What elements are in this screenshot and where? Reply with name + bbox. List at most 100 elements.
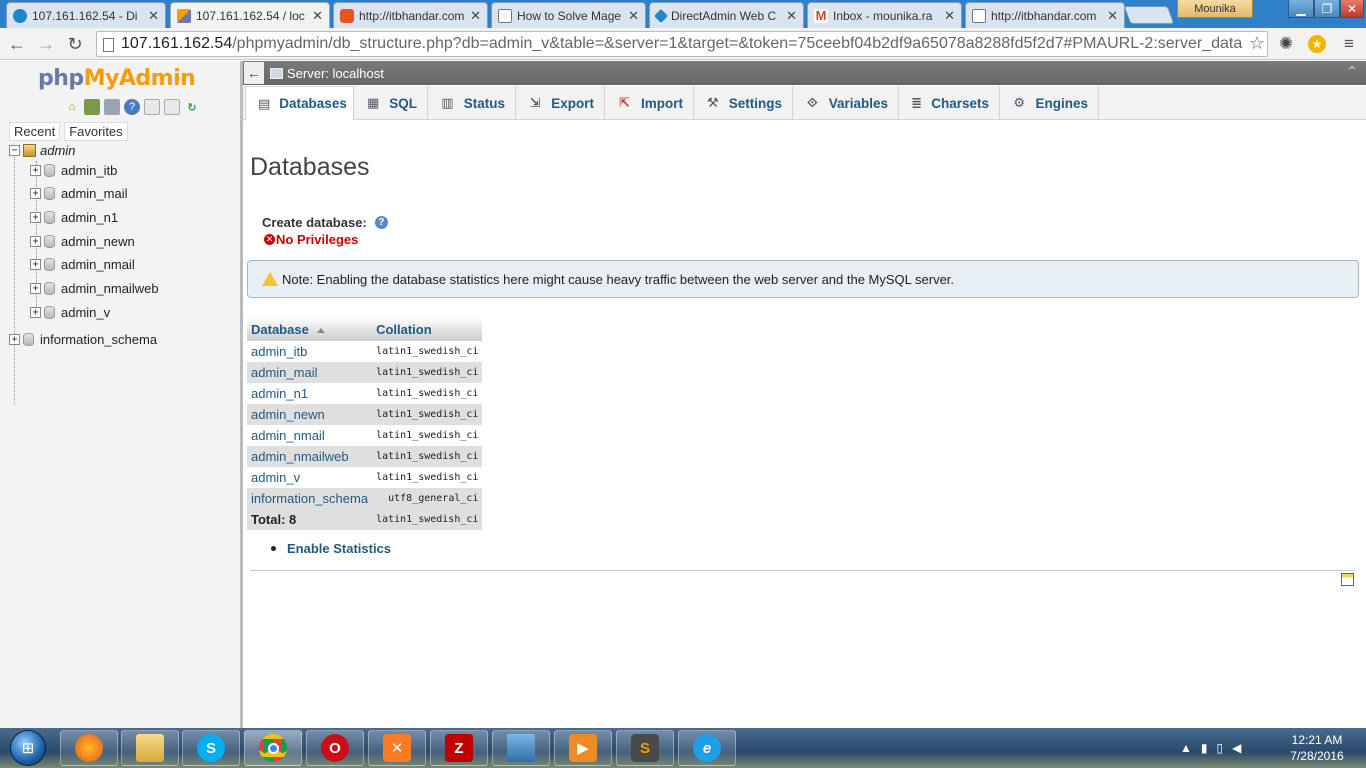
taskbar-sublime[interactable]: S bbox=[616, 730, 674, 766]
phpmyadmin-logo[interactable]: phpMyAdmin bbox=[38, 66, 196, 91]
taskbar-xampp[interactable]: ✕ bbox=[368, 730, 426, 766]
taskbar-chrome[interactable] bbox=[244, 730, 302, 766]
battery-icon[interactable]: ▯ bbox=[1217, 741, 1224, 755]
enable-statistics-link[interactable]: Enable Statistics bbox=[287, 541, 391, 556]
extension-bug-icon[interactable]: ✺ bbox=[1275, 33, 1297, 55]
browser-tab-phpmyadmin[interactable]: 107.161.162.54 / loc ✕ bbox=[170, 2, 330, 29]
expand-icon[interactable]: + bbox=[30, 212, 41, 223]
close-window-button[interactable]: ✕ bbox=[1340, 0, 1364, 18]
taskbar-internet-explorer[interactable]: e bbox=[678, 730, 736, 766]
column-header-collation[interactable]: Collation bbox=[372, 317, 483, 341]
tree-db-label[interactable]: admin_nmailweb bbox=[61, 281, 159, 296]
collapse-top-menu-icon[interactable]: ⌃ bbox=[1346, 63, 1358, 80]
expand-icon[interactable]: + bbox=[30, 307, 41, 318]
query-window-icon[interactable] bbox=[104, 99, 120, 115]
expand-icon[interactable]: + bbox=[9, 334, 20, 345]
database-link[interactable]: admin_n1 bbox=[247, 383, 373, 404]
bookmark-star-icon[interactable]: ☆ bbox=[1246, 33, 1265, 54]
tab-export[interactable]: ⇲ Export bbox=[516, 86, 605, 120]
database-link[interactable]: admin_itb bbox=[247, 341, 373, 362]
close-tab-icon[interactable]: ✕ bbox=[628, 8, 639, 24]
tree-db-label[interactable]: admin_v bbox=[61, 305, 110, 320]
tree-db-admin-nmailweb[interactable]: + admin_nmailweb bbox=[30, 281, 159, 296]
tree-db-admin-newn[interactable]: + admin_newn bbox=[30, 234, 135, 249]
collapse-navigation-button[interactable]: ← bbox=[244, 62, 264, 84]
server-breadcrumb[interactable]: Server: localhost bbox=[287, 66, 384, 81]
address-bar[interactable]: 107.161.162.54/phpmyadmin/db_structure.p… bbox=[96, 31, 1268, 57]
expand-icon[interactable]: + bbox=[30, 188, 41, 199]
help-icon[interactable]: ? bbox=[374, 216, 388, 229]
reload-navigation-icon[interactable]: ↻ bbox=[184, 99, 200, 115]
close-tab-icon[interactable]: ✕ bbox=[786, 8, 797, 24]
recent-tables-button[interactable]: Recent bbox=[9, 122, 61, 141]
tree-db-admin-nmail[interactable]: + admin_nmail bbox=[30, 257, 135, 272]
close-tab-icon[interactable]: ✕ bbox=[312, 8, 323, 24]
taskbar-opera[interactable]: O bbox=[306, 730, 364, 766]
reload-button[interactable]: ↻ bbox=[63, 32, 87, 56]
close-tab-icon[interactable]: ✕ bbox=[470, 8, 481, 24]
tree-db-label[interactable]: information_schema bbox=[40, 332, 157, 347]
forward-button[interactable]: → bbox=[34, 32, 58, 56]
tree-db-label[interactable]: admin_newn bbox=[61, 234, 135, 249]
expand-icon[interactable]: + bbox=[30, 236, 41, 247]
browser-tab-itbhandar-2[interactable]: http://itbhandar.com ✕ bbox=[965, 2, 1125, 28]
help-icon[interactable]: ? bbox=[124, 99, 140, 115]
tab-settings[interactable]: ⚒ Settings bbox=[694, 86, 793, 120]
taskbar-clock[interactable]: 12:21 AM 7/28/2016 bbox=[1282, 732, 1352, 764]
new-tab-button[interactable] bbox=[1123, 6, 1175, 24]
tab-import[interactable]: ⇱ Import bbox=[605, 86, 694, 120]
database-link[interactable]: admin_mail bbox=[247, 362, 373, 383]
minimize-button[interactable]: ▁ bbox=[1288, 0, 1314, 18]
expand-icon[interactable]: + bbox=[30, 165, 41, 176]
show-hidden-icons-icon[interactable]: ▲ bbox=[1180, 741, 1192, 755]
database-link[interactable]: admin_nmailweb bbox=[247, 446, 373, 467]
start-button[interactable]: ⊞ bbox=[2, 728, 54, 768]
settings-page-icon[interactable] bbox=[164, 99, 180, 115]
tree-db-label[interactable]: admin_itb bbox=[61, 163, 117, 178]
tree-db-label[interactable]: admin_n1 bbox=[61, 210, 118, 225]
tree-db-label[interactable]: admin_mail bbox=[61, 186, 127, 201]
home-icon[interactable]: ⌂ bbox=[64, 99, 80, 115]
column-header-database[interactable]: Database bbox=[247, 317, 373, 341]
tab-status[interactable]: ▥ Status bbox=[428, 86, 516, 120]
console-toggle-icon[interactable] bbox=[1341, 573, 1354, 586]
browser-tab-how-to-solve[interactable]: How to Solve Mage ✕ bbox=[491, 2, 646, 28]
tree-db-admin-mail[interactable]: + admin_mail bbox=[30, 186, 127, 201]
expand-icon[interactable]: + bbox=[30, 283, 41, 294]
chrome-menu-icon[interactable]: ≡ bbox=[1338, 33, 1360, 55]
taskbar-filezilla[interactable]: Z bbox=[430, 730, 488, 766]
speaker-icon[interactable]: ◀ bbox=[1232, 741, 1241, 755]
column-header-label[interactable]: Collation bbox=[376, 322, 432, 337]
tree-db-admin-n1[interactable]: + admin_n1 bbox=[30, 210, 118, 225]
network-signal-icon[interactable]: ▮ bbox=[1201, 741, 1208, 755]
tree-db-admin-v[interactable]: + admin_v bbox=[30, 305, 110, 320]
tab-engines[interactable]: ⚙ Engines bbox=[1000, 86, 1099, 120]
taskbar-explorer[interactable] bbox=[121, 730, 179, 766]
database-link[interactable]: admin_nmail bbox=[247, 425, 373, 446]
browser-tab-directadmin-web[interactable]: DirectAdmin Web C ✕ bbox=[649, 2, 804, 28]
tree-db-label[interactable]: admin_nmail bbox=[61, 257, 135, 272]
close-tab-icon[interactable]: ✕ bbox=[148, 8, 159, 24]
back-button[interactable]: ← bbox=[5, 32, 29, 56]
browser-tab-itbhandar[interactable]: http://itbhandar.com ✕ bbox=[333, 2, 488, 28]
taskbar-firefox[interactable] bbox=[60, 730, 118, 766]
tab-variables[interactable]: ⟐ Variables bbox=[793, 86, 899, 120]
favorite-tables-button[interactable]: Favorites bbox=[64, 122, 128, 141]
browser-tab-directadmin[interactable]: 107.161.162.54 - Di ✕ bbox=[6, 2, 166, 28]
documentation-icon[interactable] bbox=[144, 99, 160, 115]
tree-db-information-schema[interactable]: + information_schema bbox=[9, 332, 157, 347]
taskbar-skype[interactable]: S bbox=[182, 730, 240, 766]
taskbar-photo-viewer[interactable] bbox=[492, 730, 550, 766]
close-tab-icon[interactable]: ✕ bbox=[1107, 8, 1118, 24]
browser-tab-gmail-inbox[interactable]: M Inbox - mounika.ra ✕ bbox=[807, 2, 962, 28]
extension-star-badge-icon[interactable]: ★ bbox=[1306, 33, 1328, 55]
tab-charsets[interactable]: ≣ Charsets bbox=[899, 86, 1000, 120]
close-tab-icon[interactable]: ✕ bbox=[944, 8, 955, 24]
tree-group-admin[interactable]: − admin bbox=[9, 143, 75, 158]
database-link[interactable]: information_schema bbox=[247, 488, 373, 509]
taskbar-media-player[interactable]: ▶ bbox=[554, 730, 612, 766]
page-info-icon[interactable] bbox=[103, 38, 114, 52]
tab-sql[interactable]: ▦ SQL bbox=[354, 86, 428, 120]
tab-databases[interactable]: ▤ Databases bbox=[245, 86, 354, 121]
tree-db-admin-itb[interactable]: + admin_itb bbox=[30, 163, 117, 178]
